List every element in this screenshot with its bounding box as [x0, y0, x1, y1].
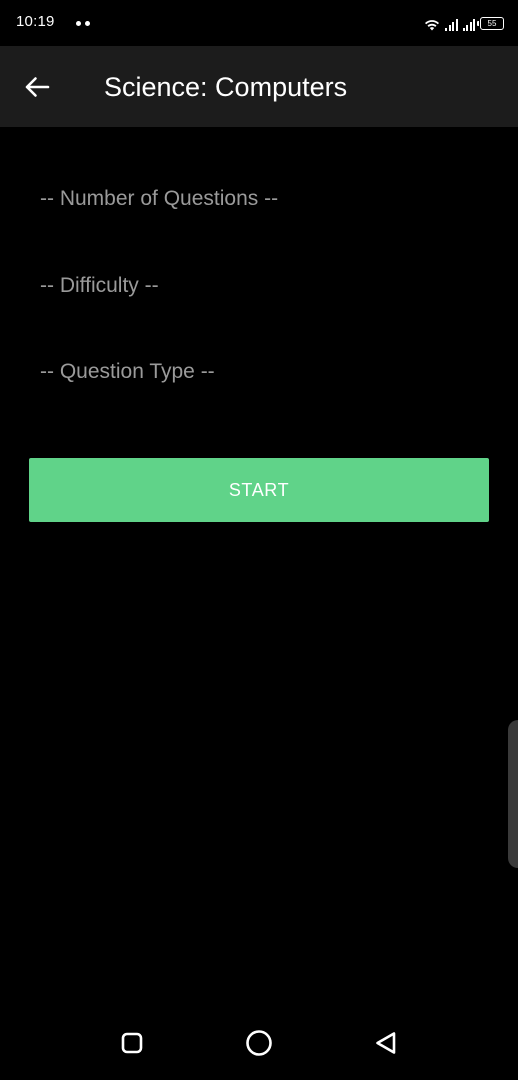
nav-back-button[interactable] — [371, 1028, 401, 1058]
wifi-icon — [425, 20, 439, 31]
app-bar: Science: Computers — [0, 46, 518, 127]
recent-apps-icon — [121, 1032, 143, 1054]
back-triangle-icon — [376, 1032, 396, 1054]
question-type-select[interactable]: -- Question Type -- — [40, 360, 215, 384]
battery-icon: 55 — [477, 17, 504, 30]
navigation-bar — [0, 1000, 518, 1080]
edge-panel-handle[interactable] — [508, 720, 518, 868]
signal-icon — [445, 17, 458, 31]
recent-apps-button[interactable] — [117, 1028, 147, 1058]
home-icon — [246, 1030, 272, 1056]
status-time: 10:19 — [16, 13, 55, 30]
difficulty-select[interactable]: -- Difficulty -- — [40, 274, 159, 298]
notification-dots-icon — [76, 21, 90, 26]
signal-icon — [462, 17, 475, 31]
back-button[interactable] — [16, 66, 58, 108]
home-button[interactable] — [244, 1028, 274, 1058]
start-button[interactable]: START — [29, 458, 489, 522]
arrow-left-icon — [25, 77, 50, 97]
number-of-questions-select[interactable]: -- Number of Questions -- — [40, 187, 278, 211]
status-bar: 10:19 55 — [0, 0, 518, 46]
page-title: Science: Computers — [104, 72, 348, 102]
status-icons: 55 — [424, 13, 504, 31]
